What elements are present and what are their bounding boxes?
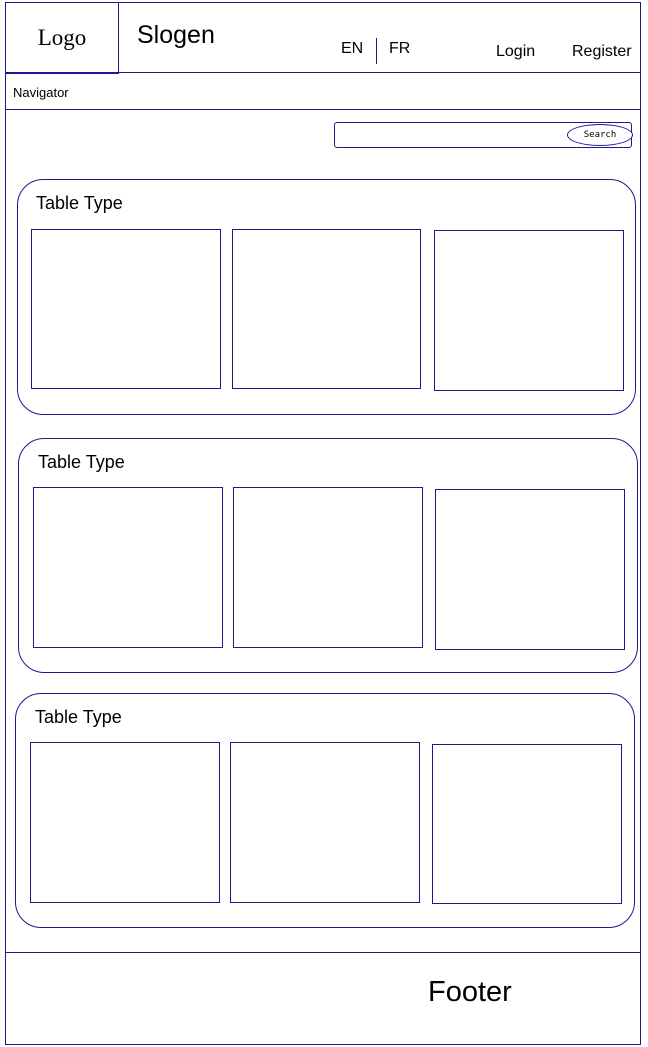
table-card[interactable] (33, 487, 223, 648)
register-link[interactable]: Register (572, 43, 632, 61)
logo-text: Logo (37, 25, 87, 50)
language-separator (376, 38, 377, 64)
header-divider (5, 72, 641, 73)
logo[interactable]: Logo (5, 2, 119, 74)
footer-label: Footer (428, 976, 512, 1008)
search-button[interactable]: Search (567, 124, 633, 146)
section-title: Table Type (36, 193, 123, 213)
table-card[interactable] (233, 487, 423, 648)
table-card[interactable] (30, 742, 220, 903)
login-link[interactable]: Login (496, 43, 535, 61)
table-card[interactable] (432, 744, 622, 904)
table-card[interactable] (232, 229, 421, 389)
table-card[interactable] (435, 489, 625, 650)
nav-divider (5, 109, 641, 110)
search-input[interactable] (339, 125, 564, 145)
section-title: Table Type (35, 707, 122, 727)
slogan: Slogen (137, 21, 215, 49)
table-card[interactable] (434, 230, 624, 391)
search-bar: Search (334, 122, 633, 148)
language-fr-link[interactable]: FR (389, 40, 410, 58)
section-title: Table Type (38, 452, 125, 472)
navigator-bar[interactable]: Navigator (13, 85, 69, 100)
table-card[interactable] (31, 229, 221, 389)
table-card[interactable] (230, 742, 420, 903)
language-en-link[interactable]: EN (341, 40, 363, 58)
footer-divider (5, 952, 641, 953)
